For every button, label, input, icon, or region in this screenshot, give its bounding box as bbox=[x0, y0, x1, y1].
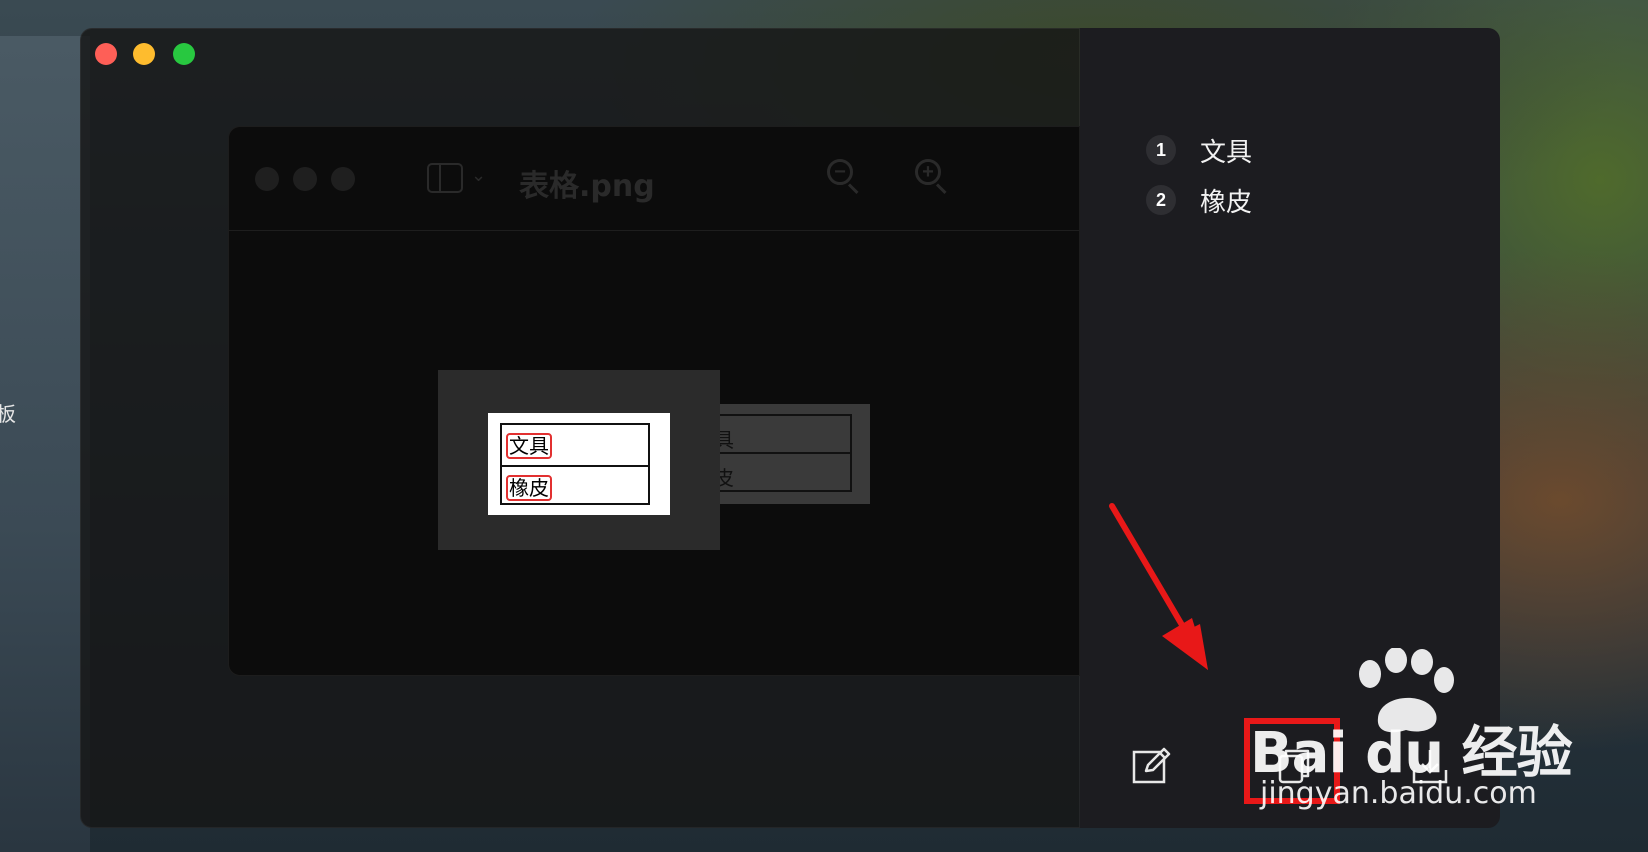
preview-toolbar: ⌄ 表格.png − + bbox=[229, 127, 1079, 231]
download-button[interactable] bbox=[1408, 744, 1452, 788]
preview-minimize-dot bbox=[293, 167, 317, 191]
maximize-window-button[interactable] bbox=[173, 43, 195, 65]
minimize-window-button[interactable] bbox=[133, 43, 155, 65]
recognized-text-box: 文具 bbox=[506, 433, 552, 459]
close-window-button[interactable] bbox=[95, 43, 117, 65]
result-text: 橡皮 bbox=[1200, 187, 1253, 218]
ocr-result-item[interactable]: 1 文具 bbox=[1146, 134, 1253, 168]
desktop-edge-label: 板 bbox=[0, 402, 16, 426]
table-row: 橡皮 bbox=[502, 465, 648, 505]
result-index-badge: 1 bbox=[1146, 135, 1176, 165]
ocr-result-item[interactable]: 2 橡皮 bbox=[1146, 184, 1253, 218]
zoom-out-icon: − bbox=[827, 159, 861, 195]
edit-icon bbox=[1132, 747, 1171, 784]
result-text: 文具 bbox=[1200, 137, 1253, 168]
recognized-text-box: 橡皮 bbox=[506, 475, 552, 501]
preview-close-dot bbox=[255, 167, 279, 191]
download-icon bbox=[1412, 750, 1448, 784]
desktop-wallpaper-sea bbox=[0, 36, 90, 852]
sidebar-toggle-icon bbox=[427, 163, 463, 193]
preview-maximize-dot bbox=[331, 167, 355, 191]
edit-button[interactable] bbox=[1130, 744, 1174, 788]
zoom-in-icon: + bbox=[915, 159, 949, 195]
result-index-badge: 2 bbox=[1146, 185, 1176, 215]
preview-file-title: 表格.png bbox=[519, 169, 655, 204]
chevron-down-icon: ⌄ bbox=[471, 165, 487, 185]
ocr-result-panel: 1 文具 2 橡皮 bbox=[1080, 28, 1500, 828]
annotation-highlight-box bbox=[1244, 718, 1340, 804]
captured-image: 文具 橡皮 bbox=[488, 413, 670, 515]
table-row: 文具 bbox=[502, 425, 648, 465]
captured-table: 文具 橡皮 bbox=[500, 423, 650, 505]
annotation-arrow-icon bbox=[1109, 503, 1208, 670]
